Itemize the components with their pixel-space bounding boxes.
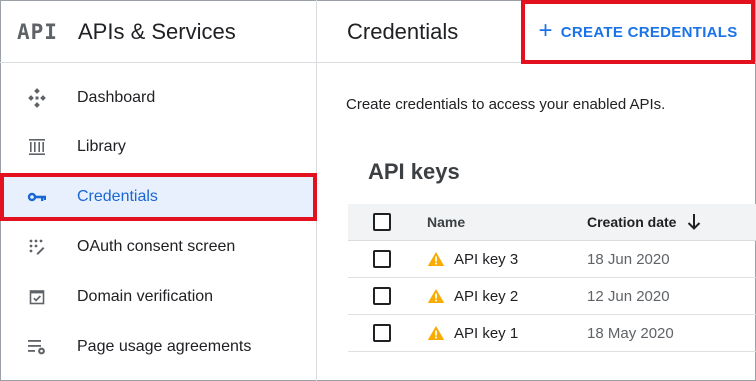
select-all-checkbox[interactable] [373, 213, 391, 231]
page-usage-icon [24, 334, 50, 360]
create-credentials-button[interactable]: + CREATE CREDENTIALS [521, 0, 755, 64]
creation-date: 12 Jun 2020 [587, 287, 670, 305]
creation-date: 18 Jun 2020 [587, 250, 670, 268]
app-header: API APIs & Services [0, 0, 317, 63]
section-title: API keys [368, 159, 460, 184]
library-icon [24, 134, 50, 160]
sidebar-item-credentials[interactable]: Credentials [0, 173, 316, 221]
api-keys-table: Name Creation date API key 3 18 Jun 2020… [348, 204, 756, 352]
api-key-name: API key 1 [427, 325, 518, 342]
page-title: Credentials [347, 19, 459, 44]
row-checkbox[interactable] [373, 287, 391, 305]
api-key-link[interactable]: API key 3 [454, 251, 518, 268]
api-logo[interactable]: API [17, 20, 58, 44]
row-checkbox[interactable] [373, 324, 391, 342]
api-key-link[interactable]: API key 1 [454, 325, 518, 342]
sidebar-item-dashboard[interactable]: Dashboard [0, 74, 316, 122]
table-row: API key 3 18 Jun 2020 [348, 241, 756, 278]
main-content: Create credentials to access your enable… [317, 64, 756, 381]
domain-verification-icon [24, 284, 50, 310]
warning-icon [427, 325, 445, 341]
sidebar-item-label: Dashboard [77, 89, 156, 106]
dashboard-icon [24, 85, 50, 111]
creation-date: 18 May 2020 [587, 324, 674, 342]
sidebar-item-page-usage[interactable]: Page usage agreements [0, 323, 316, 371]
key-icon [24, 184, 50, 210]
column-header-name[interactable]: Name [427, 214, 465, 230]
sidebar-item-label: Credentials [77, 188, 158, 205]
sidebar-item-label: Page usage agreements [77, 338, 252, 355]
column-header-date-label: Creation date [587, 214, 677, 230]
app-title: APIs & Services [78, 19, 236, 44]
sidebar-item-oauth-consent[interactable]: OAuth consent screen [0, 223, 316, 271]
column-header-date[interactable]: Creation date [587, 213, 702, 231]
row-checkbox[interactable] [373, 250, 391, 268]
warning-icon [427, 251, 445, 267]
table-row: API key 1 18 May 2020 [348, 315, 756, 352]
sidebar-item-library[interactable]: Library [0, 123, 316, 171]
oauth-consent-icon [24, 234, 50, 260]
sidebar-item-label: Library [77, 138, 126, 155]
warning-icon [427, 288, 445, 304]
create-credentials-label: CREATE CREDENTIALS [560, 23, 738, 41]
sidebar-item-label: OAuth consent screen [77, 238, 236, 255]
sidebar-item-label: Domain verification [77, 288, 214, 305]
sidebar-item-domain-verification[interactable]: Domain verification [0, 273, 316, 321]
intro-text: Create credentials to access your enable… [346, 96, 666, 113]
sort-descending-icon[interactable] [686, 213, 702, 231]
page-header: Credentials + CREATE CREDENTIALS [317, 0, 756, 64]
api-key-name: API key 2 [427, 288, 518, 305]
table-header-row: Name Creation date [348, 204, 756, 241]
sidebar: Dashboard Library Credentials OAuth cons… [0, 63, 317, 381]
api-key-link[interactable]: API key 2 [454, 288, 518, 305]
api-key-name: API key 3 [427, 251, 518, 268]
plus-icon: + [538, 17, 553, 44]
table-row: API key 2 12 Jun 2020 [348, 278, 756, 315]
